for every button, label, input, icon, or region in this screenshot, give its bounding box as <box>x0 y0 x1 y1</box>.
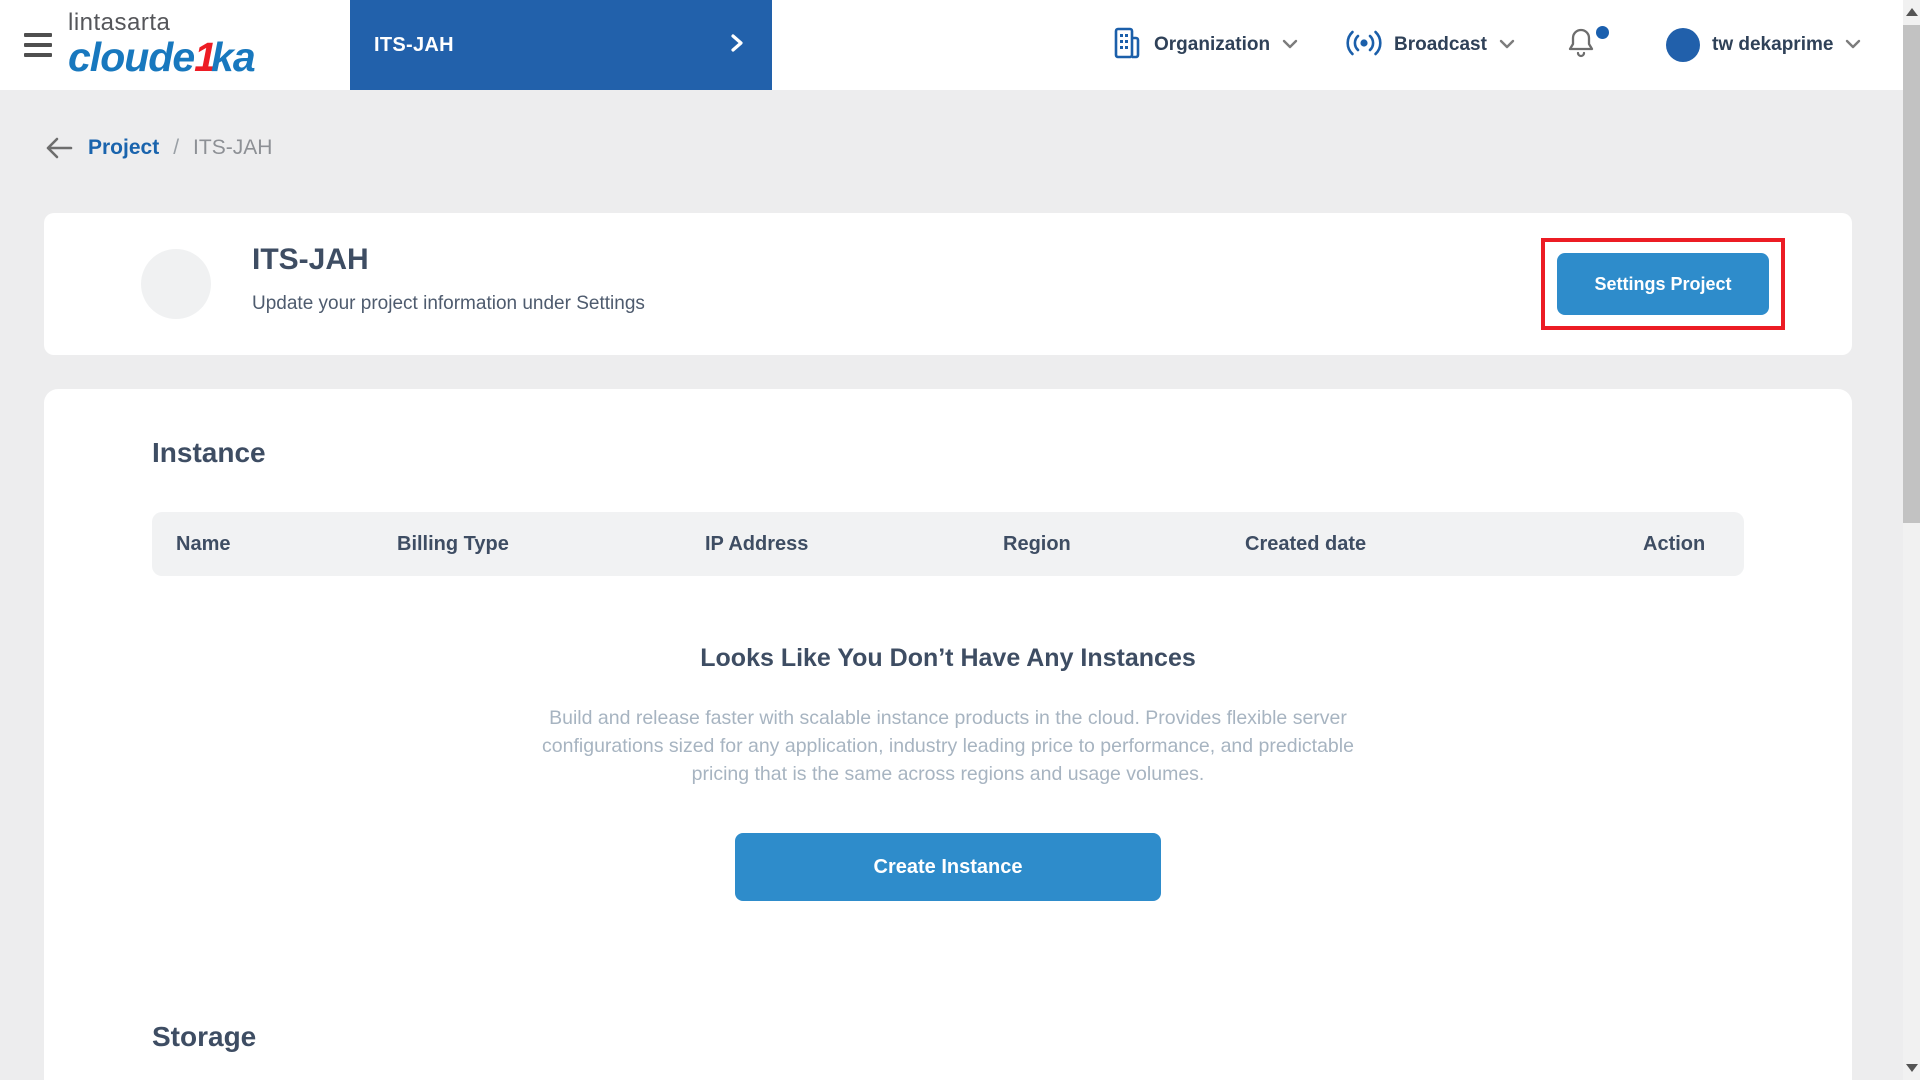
user-menu[interactable]: tw dekaprime <box>1666 0 1861 90</box>
menu-hamburger-icon[interactable] <box>24 33 54 57</box>
column-header-created-date: Created date <box>1245 533 1643 556</box>
brand-cloudeka-text: cloude1ka <box>68 36 298 78</box>
organization-menu[interactable]: Organization <box>1112 0 1298 90</box>
project-subtitle: Update your project information under Se… <box>252 293 645 315</box>
column-header-ip-address: IP Address <box>705 533 1003 556</box>
brand-logo: lintasarta cloude1ka <box>68 10 298 78</box>
bell-icon <box>1567 26 1595 58</box>
project-avatar <box>141 249 211 319</box>
column-header-billing-type: Billing Type <box>397 533 705 556</box>
breadcrumb-project-link[interactable]: Project <box>88 136 159 160</box>
topbar: lintasarta cloude1ka ITS-JAH Organizatio… <box>0 0 1903 90</box>
project-summary-card: ITS-JAH Update your project information … <box>44 213 1852 355</box>
instance-section-heading: Instance <box>152 437 266 469</box>
column-header-name: Name <box>176 533 397 556</box>
brand-lintasarta-text: lintasarta <box>68 10 298 36</box>
notifications-bell[interactable] <box>1567 26 1611 66</box>
instance-table-header: Name Billing Type IP Address Region Crea… <box>152 512 1744 576</box>
empty-state-description: Build and release faster with scalable i… <box>533 704 1363 788</box>
chevron-right-icon <box>730 33 744 58</box>
project-switcher-label: ITS-JAH <box>374 34 454 57</box>
scrollbar-up-arrow[interactable] <box>1906 8 1918 16</box>
vertical-scrollbar[interactable] <box>1903 0 1920 1080</box>
breadcrumb-separator: / <box>173 136 179 160</box>
organization-label: Organization <box>1154 34 1270 56</box>
project-title: ITS-JAH <box>252 243 369 277</box>
storage-section-heading: Storage <box>152 1021 256 1053</box>
red-annotation-box: Settings Project <box>1541 238 1785 330</box>
broadcast-menu[interactable]: Broadcast <box>1346 0 1515 90</box>
settings-project-button[interactable]: Settings Project <box>1557 253 1769 315</box>
scrollbar-thumb[interactable] <box>1903 25 1920 523</box>
column-header-region: Region <box>1003 533 1245 556</box>
building-icon <box>1112 26 1142 65</box>
back-arrow-icon[interactable] <box>44 136 74 160</box>
breadcrumb: Project / ITS-JAH <box>44 136 272 160</box>
empty-state-title: Looks Like You Don’t Have Any Instances <box>44 644 1852 673</box>
broadcast-icon <box>1346 28 1382 63</box>
project-resources-card: Instance Name Billing Type IP Address Re… <box>44 389 1852 1080</box>
breadcrumb-current: ITS-JAH <box>193 136 272 160</box>
user-avatar <box>1666 28 1700 62</box>
broadcast-label: Broadcast <box>1394 34 1487 56</box>
chevron-down-icon <box>1499 36 1515 54</box>
scrollbar-down-arrow[interactable] <box>1906 1064 1918 1072</box>
column-header-action: Action <box>1643 533 1744 556</box>
chevron-down-icon <box>1845 36 1861 54</box>
chevron-down-icon <box>1282 36 1298 54</box>
unread-notification-dot <box>1596 26 1609 39</box>
user-name: tw dekaprime <box>1712 34 1833 56</box>
project-switcher[interactable]: ITS-JAH <box>350 0 772 90</box>
create-instance-button[interactable]: Create Instance <box>735 833 1161 901</box>
